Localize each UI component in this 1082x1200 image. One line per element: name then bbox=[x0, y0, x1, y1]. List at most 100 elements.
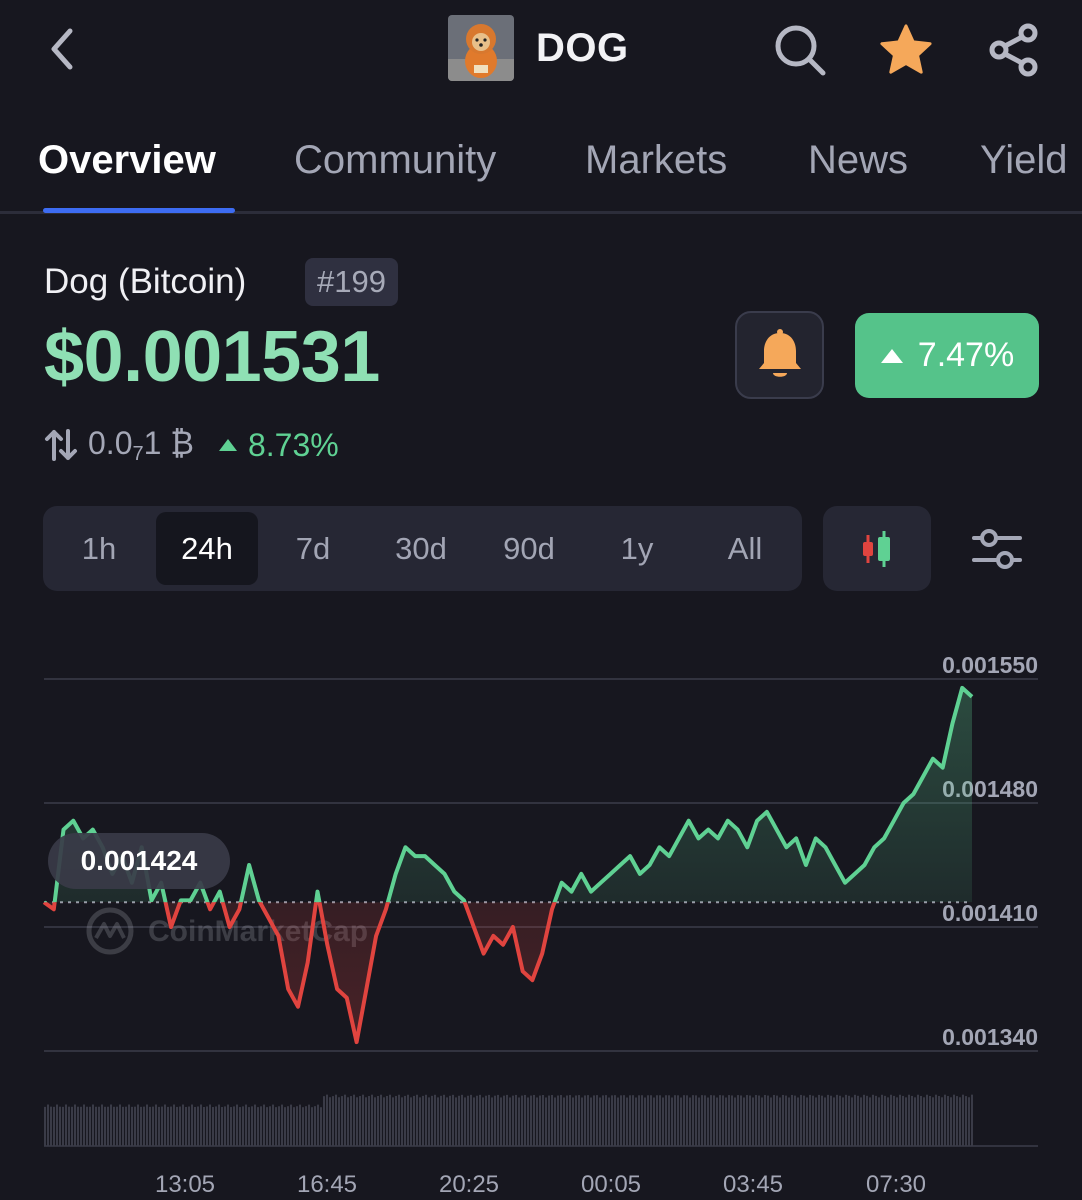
share-button[interactable] bbox=[986, 22, 1042, 78]
volume-bar bbox=[110, 1104, 112, 1146]
volume-bar bbox=[311, 1107, 313, 1146]
volume-bar bbox=[416, 1094, 418, 1146]
volume-bar bbox=[224, 1106, 226, 1146]
range-1y[interactable]: 1y bbox=[595, 512, 679, 585]
volume-bar bbox=[194, 1106, 196, 1146]
volume-bar bbox=[680, 1097, 682, 1146]
volume-bar bbox=[956, 1096, 958, 1146]
volume-bar bbox=[377, 1095, 379, 1146]
volume-bar bbox=[806, 1097, 808, 1146]
range-7d[interactable]: 7d bbox=[271, 512, 355, 585]
volume-bar bbox=[218, 1104, 220, 1146]
range-1h[interactable]: 1h bbox=[57, 512, 141, 585]
tab-news[interactable]: News bbox=[808, 138, 908, 183]
volume-bar bbox=[623, 1095, 625, 1146]
volume-bar bbox=[893, 1095, 895, 1146]
volume-bar bbox=[473, 1097, 475, 1146]
volume-bar bbox=[242, 1106, 244, 1146]
volume-bar bbox=[308, 1104, 310, 1146]
volume-bar bbox=[410, 1097, 412, 1146]
tab-markets[interactable]: Markets bbox=[585, 138, 727, 183]
volume-bar bbox=[971, 1094, 973, 1146]
volume-bar bbox=[248, 1107, 250, 1146]
volume-bar bbox=[602, 1095, 604, 1146]
range-24h[interactable]: 24h bbox=[156, 512, 258, 585]
volume-bar bbox=[440, 1095, 442, 1146]
volume-bar bbox=[209, 1104, 211, 1146]
volume-bar bbox=[452, 1094, 454, 1146]
coin-logo bbox=[448, 15, 514, 81]
volume-bar bbox=[569, 1095, 571, 1146]
volume-bar bbox=[269, 1106, 271, 1146]
btc-price-zero-count: 7 bbox=[132, 442, 144, 465]
volume-bar bbox=[812, 1095, 814, 1146]
volume-bar bbox=[254, 1104, 256, 1146]
volume-bar bbox=[494, 1095, 496, 1146]
volume-bar bbox=[725, 1097, 727, 1146]
volume-bar bbox=[737, 1095, 739, 1146]
volume-bar bbox=[752, 1097, 754, 1146]
volume-bar bbox=[362, 1094, 364, 1146]
volume-bar bbox=[44, 1106, 46, 1146]
active-tab-indicator bbox=[43, 208, 235, 213]
volume-bar bbox=[905, 1097, 907, 1146]
volume-bar bbox=[293, 1107, 295, 1146]
price-chart[interactable]: 0.0015500.0014800.0014100.001340 CoinMar… bbox=[0, 640, 1082, 1200]
volume-bar bbox=[818, 1094, 820, 1146]
volume-bar bbox=[149, 1106, 151, 1146]
volume-bar bbox=[968, 1097, 970, 1146]
watchlist-star-button[interactable] bbox=[878, 22, 934, 78]
volume-bar bbox=[515, 1094, 517, 1146]
volume-bar bbox=[203, 1106, 205, 1146]
volume-bar bbox=[899, 1094, 901, 1146]
tab-overview[interactable]: Overview bbox=[38, 138, 216, 183]
volume-bar bbox=[890, 1094, 892, 1146]
chart-settings-button[interactable] bbox=[966, 518, 1028, 580]
volume-bar bbox=[104, 1106, 106, 1146]
volume-bar bbox=[776, 1095, 778, 1146]
back-button[interactable] bbox=[38, 26, 84, 72]
volume-bar bbox=[500, 1097, 502, 1146]
volume-bar bbox=[749, 1095, 751, 1146]
volume-bar bbox=[479, 1094, 481, 1146]
volume-bar bbox=[626, 1097, 628, 1146]
candlestick-toggle-button[interactable] bbox=[823, 506, 931, 591]
volume-bar bbox=[803, 1095, 805, 1146]
btc-price-lead: 0.0 bbox=[88, 424, 133, 461]
volume-bar bbox=[317, 1104, 319, 1146]
coin-price: $0.001531 bbox=[44, 317, 380, 397]
volume-bar bbox=[746, 1095, 748, 1146]
range-30d[interactable]: 30d bbox=[373, 512, 469, 585]
volume-bar bbox=[578, 1095, 580, 1146]
volume-bar bbox=[122, 1106, 124, 1146]
star-icon bbox=[880, 24, 932, 74]
volume-bar bbox=[287, 1106, 289, 1146]
volume-bar bbox=[428, 1097, 430, 1146]
btc-change: 8.73% bbox=[218, 427, 339, 464]
search-button[interactable] bbox=[772, 22, 828, 78]
volume-bar bbox=[314, 1106, 316, 1146]
volume-bar bbox=[665, 1095, 667, 1146]
volume-bar bbox=[497, 1094, 499, 1146]
volume-bar bbox=[593, 1095, 595, 1146]
volume-bar bbox=[302, 1107, 304, 1146]
tab-community[interactable]: Community bbox=[294, 138, 496, 183]
volume-bar bbox=[611, 1095, 613, 1146]
volume-bar bbox=[707, 1097, 709, 1146]
volume-bar bbox=[197, 1106, 199, 1146]
volume-bar bbox=[635, 1097, 637, 1146]
tab-yield[interactable]: Yield bbox=[980, 138, 1067, 183]
volume-bar bbox=[632, 1095, 634, 1146]
volume-bar bbox=[800, 1094, 802, 1146]
volume-bar bbox=[965, 1096, 967, 1146]
price-alert-button[interactable] bbox=[735, 311, 824, 399]
volume-bar bbox=[695, 1095, 697, 1146]
volume-bar bbox=[728, 1095, 730, 1146]
range-all[interactable]: All bbox=[703, 512, 787, 585]
volume-bar bbox=[140, 1106, 142, 1146]
range-90d[interactable]: 90d bbox=[481, 512, 577, 585]
top-bar: DOG bbox=[0, 0, 1082, 100]
volume-bar bbox=[533, 1094, 535, 1146]
btc-price: 0.071 ₿ bbox=[88, 425, 194, 466]
volume-bar bbox=[773, 1094, 775, 1146]
